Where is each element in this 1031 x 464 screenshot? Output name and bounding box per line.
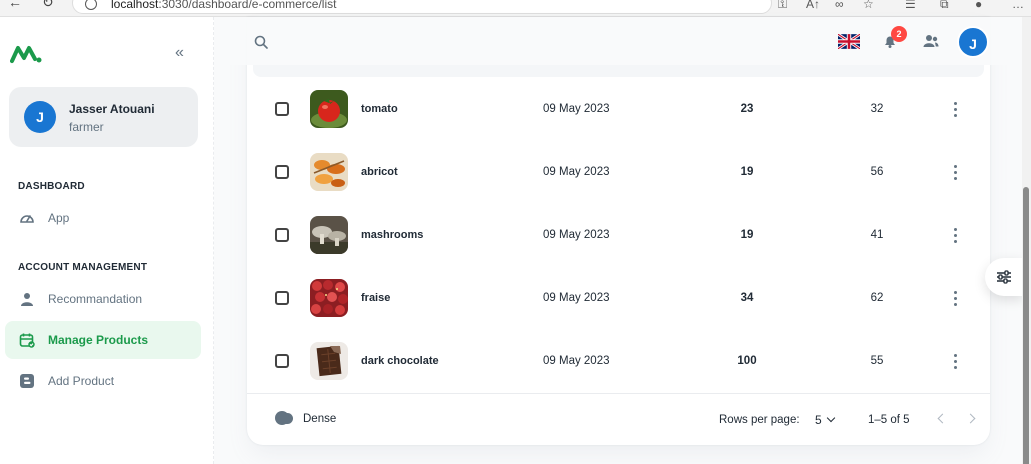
table-row[interactable]: dark chocolate 09 May 2023 100 55 bbox=[247, 330, 990, 393]
user-name: Jasser Atouani bbox=[69, 102, 155, 116]
address-bar[interactable]: localhost:3030/dashboard/e-commerce/list bbox=[72, 0, 772, 14]
product-name[interactable]: mashrooms bbox=[361, 229, 423, 241]
product-image-tomato bbox=[310, 90, 348, 128]
sidebar-item-manage-products[interactable]: Manage Products bbox=[5, 321, 201, 359]
glasses-icon[interactable]: ∞ bbox=[835, 0, 844, 11]
product-price: 41 bbox=[870, 229, 884, 241]
more-vertical-icon[interactable] bbox=[952, 228, 958, 244]
section-title-account-management: ACCOUNT MANAGEMENT bbox=[18, 262, 148, 273]
dense-switch[interactable] bbox=[275, 411, 293, 425]
more-vertical-icon[interactable] bbox=[952, 165, 958, 181]
table-row[interactable]: fraise 09 May 2023 34 62 bbox=[247, 267, 990, 330]
chevron-down-icon bbox=[826, 413, 835, 423]
collections-icon[interactable]: ⧉ bbox=[940, 0, 949, 12]
row-checkbox[interactable] bbox=[275, 354, 289, 368]
product-name[interactable]: dark chocolate bbox=[361, 355, 439, 367]
calendar-check-icon bbox=[19, 333, 35, 348]
favorite-icon[interactable]: ☆ bbox=[863, 0, 874, 11]
speedometer-icon bbox=[20, 215, 34, 223]
uk-flag-icon[interactable] bbox=[837, 32, 861, 51]
favorites-bar-icon[interactable]: ☰ bbox=[905, 0, 916, 11]
more-vertical-icon[interactable] bbox=[952, 354, 958, 370]
notification-badge: 2 bbox=[891, 26, 907, 42]
product-date: 09 May 2023 bbox=[543, 229, 610, 241]
product-date: 09 May 2023 bbox=[543, 166, 610, 178]
table-row[interactable]: mashrooms 09 May 2023 19 41 bbox=[247, 204, 990, 267]
sidebar-item-recommandation[interactable]: Recommandation bbox=[5, 280, 201, 318]
pagination-range: 1–5 of 5 bbox=[868, 414, 910, 426]
product-image-abricot bbox=[310, 153, 348, 191]
site-info-icon[interactable] bbox=[85, 0, 97, 10]
product-price: 56 bbox=[870, 166, 884, 178]
more-vertical-icon[interactable] bbox=[952, 291, 958, 307]
read-aloud-icon[interactable]: A↑ bbox=[806, 0, 820, 11]
back-icon[interactable]: ← bbox=[8, 0, 22, 10]
avatar: J bbox=[24, 101, 56, 133]
sidebar-item-app[interactable]: App bbox=[5, 199, 201, 237]
product-price: 55 bbox=[870, 355, 884, 367]
row-checkbox[interactable] bbox=[275, 228, 289, 242]
sidebar-item-label: Add Product bbox=[48, 374, 115, 388]
sidebar: « J Jasser Atouani farmer DASHBOARD App … bbox=[0, 17, 214, 464]
dense-label: Dense bbox=[303, 413, 337, 425]
product-date: 09 May 2023 bbox=[543, 292, 610, 304]
product-name[interactable]: fraise bbox=[361, 292, 390, 304]
table-row[interactable]: tomato 09 May 2023 23 32 bbox=[247, 78, 990, 141]
product-date: 09 May 2023 bbox=[543, 103, 610, 115]
avatar[interactable]: J bbox=[957, 26, 989, 58]
product-date: 09 May 2023 bbox=[543, 355, 610, 367]
account-card[interactable]: J Jasser Atouani farmer bbox=[9, 87, 198, 147]
settings-button[interactable] bbox=[985, 258, 1023, 296]
rows-per-page-label: Rows per page: bbox=[719, 414, 800, 426]
search-icon[interactable] bbox=[254, 35, 268, 54]
row-checkbox[interactable] bbox=[275, 165, 289, 179]
row-checkbox[interactable] bbox=[275, 291, 289, 305]
browser-toolbar: ← ↻ localhost:3030/dashboard/e-commerce/… bbox=[0, 0, 1031, 17]
product-quantity: 19 bbox=[740, 229, 754, 241]
profile-icon[interactable]: ● bbox=[975, 0, 982, 11]
rows-per-page-select[interactable]: 5 bbox=[815, 413, 835, 427]
collapse-sidebar-icon[interactable]: « bbox=[175, 44, 184, 62]
product-image-chocolate bbox=[310, 342, 348, 380]
app-logo[interactable] bbox=[10, 44, 42, 69]
product-quantity: 34 bbox=[740, 292, 754, 304]
product-list-card: tomato 09 May 2023 23 32 abricot 09 May … bbox=[247, 17, 990, 445]
product-name[interactable]: tomato bbox=[361, 103, 398, 115]
table-pagination: Dense Rows per page: 5 1–5 of 5 bbox=[247, 393, 990, 445]
contacts-icon[interactable] bbox=[923, 34, 939, 53]
url-text: localhost:3030/dashboard/e-commerce/list bbox=[111, 0, 337, 11]
reload-icon[interactable]: ↻ bbox=[42, 0, 54, 11]
sidebar-item-label: Manage Products bbox=[48, 333, 149, 347]
sliders-icon bbox=[997, 270, 1011, 284]
user-icon bbox=[21, 293, 33, 306]
sidebar-item-label: Recommandation bbox=[48, 292, 143, 306]
product-quantity: 100 bbox=[737, 355, 757, 367]
blogger-icon bbox=[20, 374, 34, 388]
next-page-icon[interactable] bbox=[965, 413, 976, 424]
product-quantity: 19 bbox=[740, 166, 754, 178]
more-vertical-icon[interactable] bbox=[952, 102, 958, 118]
product-image-mushrooms bbox=[310, 216, 348, 254]
key-icon[interactable]: ⚿ bbox=[778, 0, 787, 12]
previous-page-icon[interactable] bbox=[937, 413, 948, 424]
table-row[interactable]: abricot 09 May 2023 19 56 bbox=[247, 141, 990, 204]
product-name[interactable]: abricot bbox=[361, 166, 398, 178]
user-role: farmer bbox=[69, 120, 104, 134]
product-quantity: 23 bbox=[740, 103, 754, 115]
product-price: 32 bbox=[870, 103, 884, 115]
section-title-dashboard: DASHBOARD bbox=[18, 181, 85, 192]
sidebar-item-label: App bbox=[48, 211, 70, 225]
more-options-icon[interactable]: … bbox=[1012, 0, 1024, 11]
product-price: 62 bbox=[870, 292, 884, 304]
scrollbar[interactable] bbox=[1022, 17, 1031, 464]
sidebar-item-add-product[interactable]: Add Product bbox=[5, 362, 201, 400]
row-checkbox[interactable] bbox=[275, 102, 289, 116]
product-image-strawberries bbox=[310, 279, 348, 317]
